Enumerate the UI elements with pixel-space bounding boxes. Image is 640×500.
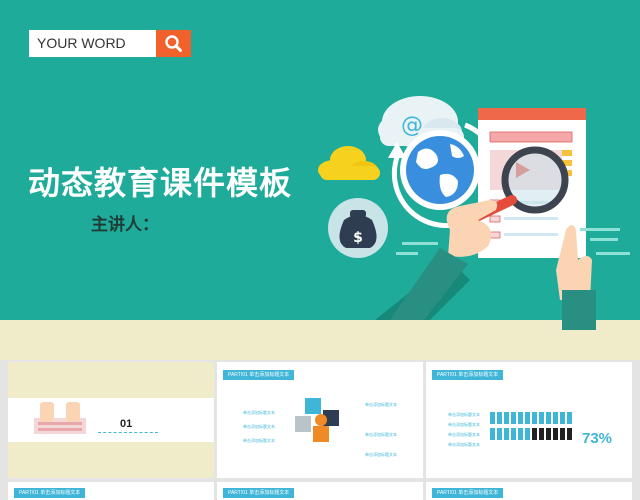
caption-text: 单击添加标题文本 xyxy=(365,452,397,457)
svg-text:$: $ xyxy=(353,230,363,246)
people-chart-icon xyxy=(490,412,572,440)
section-tag: PART/01 单击添加标题文本 xyxy=(432,370,504,380)
presenter-label: 主讲人： xyxy=(91,215,159,235)
svg-text:@: @ xyxy=(401,113,423,138)
yellow-cloud-icon xyxy=(318,146,380,180)
caption-text: 单击添加标题文本 xyxy=(243,410,275,415)
section-tag: PART/01 单击添加标题文本 xyxy=(223,488,295,498)
caption-text: 单击添加标题文本 xyxy=(448,422,480,427)
puzzle-icon xyxy=(295,398,339,442)
slide-thumbnail-4[interactable]: PART/01 单击添加标题文本 xyxy=(8,482,214,500)
search-input[interactable]: YOUR WORD xyxy=(29,30,156,57)
caption-text: 单击添加标题文本 xyxy=(448,412,480,417)
section-tag: PART/01 单击添加标题文本 xyxy=(14,488,86,498)
money-bag-icon: $ xyxy=(328,198,388,258)
percent-value: 73% xyxy=(582,430,613,447)
search-icon xyxy=(165,35,182,52)
slide-title: 动态教育课件模板 xyxy=(28,164,293,202)
search-button[interactable] xyxy=(156,30,191,57)
caption-text: 单击添加标题文本 xyxy=(243,424,275,429)
caption-text: 单击添加标题文本 xyxy=(448,432,480,437)
caption-text: 单击添加标题文本 xyxy=(243,438,275,443)
caption-text: 单击添加标题文本 xyxy=(365,402,397,407)
caption-text: 单击添加标题文本 xyxy=(448,442,480,447)
caption-text: 单击添加标题文本 xyxy=(365,432,397,437)
slide-thumbnail-1[interactable]: 01 xyxy=(8,362,214,478)
slide-thumbnail-5[interactable]: PART/01 单击添加标题文本 xyxy=(217,482,423,500)
title-slide: YOUR WORD 动态教育课件模板 主讲人： @ $ xyxy=(0,0,640,360)
section-tag: PART/01 单击添加标题文本 xyxy=(432,488,504,498)
section-number: 01 xyxy=(120,418,133,430)
slide-thumbnail-2[interactable]: PART/01 单击添加标题文本 单击添加标题文本 单击添加标题文本 单击添加标… xyxy=(217,362,423,478)
section-tag: PART/01 单击添加标题文本 xyxy=(223,370,295,380)
globe-icon xyxy=(400,130,480,210)
slide-thumbnail-3[interactable]: PART/01 单击添加标题文本 单击添加标题文本 单击添加标题文本 单击添加标… xyxy=(426,362,632,478)
slide-thumbnail-6[interactable]: PART/01 单击添加标题文本 xyxy=(426,482,632,500)
keyboard-hands-icon xyxy=(34,402,86,434)
education-illustration: @ $ xyxy=(318,96,630,330)
